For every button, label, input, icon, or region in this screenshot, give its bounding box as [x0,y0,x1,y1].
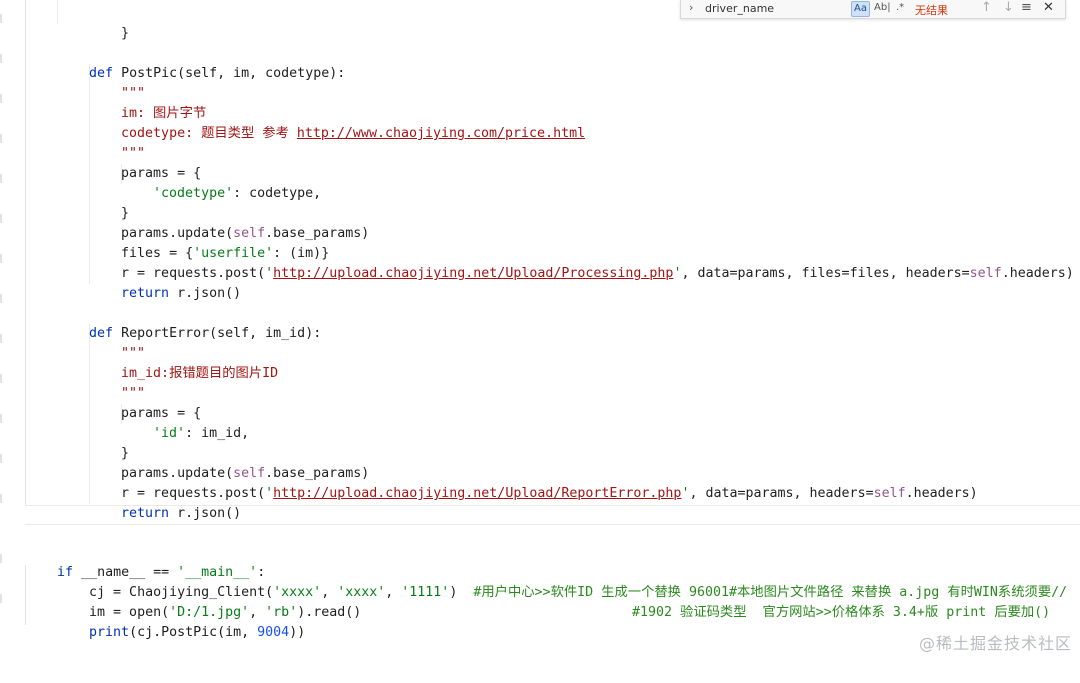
arrow-up-icon[interactable]: ↑ [981,0,992,15]
number-literal: 9004 [257,625,290,640]
regex-toggle[interactable]: .* [894,1,906,15]
gutter-marker [0,454,2,463]
code-text: : im_id, [185,426,250,441]
string-quote: ' [265,486,274,501]
code-text: r.json() [169,286,242,301]
builtin-print: print [89,625,130,640]
string-literal: 'id' [153,426,186,441]
string-quote: ' [265,266,274,281]
keyword: return [121,506,170,521]
code-line[interactable]: def ReportError(self, im_id): [57,304,321,341]
code-line[interactable]: """ [89,124,145,161]
code-line[interactable]: im: 图片字节 [89,84,206,121]
code-line[interactable]: params = { [89,144,201,181]
url-link[interactable]: http://www.chaojiying.com/price.html [297,126,585,141]
code-line[interactable]: } [57,4,129,41]
gutter-marker [0,54,2,63]
code-text: } [89,26,130,41]
gutter-marker [0,414,2,423]
whole-word-toggle[interactable]: Ab| [872,1,893,15]
code-line[interactable]: """ [89,324,145,361]
gutter-marker [0,334,2,343]
chevron-right-icon[interactable]: › [689,1,693,14]
comment: #1902 验证码类型 官方网站>>价格体系 3.4+版 print 后要加() [632,605,1051,620]
gutter-marker [0,494,2,503]
code-line[interactable]: """ [89,364,145,401]
arrow-down-icon[interactable]: ↓ [1003,0,1014,15]
gutter-marker [0,294,2,303]
code-line[interactable]: params = { [89,384,201,421]
url-link[interactable]: http://upload.chaojiying.net/Upload/Repo… [273,486,681,501]
code-line[interactable]: im = open('D:/1.jpg', 'rb').read() #本地图片… [57,583,1080,620]
match-case-toggle[interactable]: Aa [851,1,870,17]
gutter-marker [0,254,2,263]
code-text: PostPic(self, im, codetype): [113,66,346,81]
code-text: .headers) [905,486,978,501]
code-line[interactable]: r = requests.post('http://upload.chaojiy… [89,464,978,501]
code-text: r.json() [169,506,242,521]
code-line[interactable]: files = {'userfile': (im)} [89,224,329,261]
code-editor[interactable]: } def PostPic(self, im, codetype): """ i… [0,0,1080,658]
code-line[interactable]: return r.json() [89,484,241,521]
find-result-status: 无结果 [915,4,948,17]
gutter-marker [0,214,2,223]
code-line[interactable]: } [89,184,129,221]
code-text: .headers) [1001,266,1074,281]
find-input[interactable]: driver_name [705,2,774,15]
gutter-marker [0,374,2,383]
self-keyword: self [969,266,1002,281]
code-line[interactable]: cj = Chaojiying_Client('xxxx', 'xxxx', '… [57,563,729,600]
string-literal: 'codetype' [153,186,234,201]
code-line[interactable]: """ [89,64,145,101]
code-text: : codetype, [233,186,322,201]
code-text: , data=params, headers= [689,486,874,501]
code-line[interactable]: 'id': im_id, [121,404,249,441]
code-line[interactable]: im_id:报错题目的图片ID [89,344,278,381]
code-line[interactable]: params.update(self.base_params) [89,444,369,481]
code-line[interactable]: params.update(self.base_params) [89,204,369,241]
gutter-marker [0,94,2,103]
code-line[interactable]: return r.json() [89,264,241,301]
gutter-marker [0,14,2,23]
gutter-marker [0,554,2,563]
gutter-marker [0,134,2,143]
close-icon[interactable]: ✕ [1043,0,1054,15]
gutter-marker [0,174,2,183]
comment: #本地图片文件路径 来替换 a.jpg 有时WIN系统须要// [729,585,1068,600]
keyword: return [121,286,170,301]
code-text: )) [289,625,306,640]
url-link[interactable]: http://upload.chaojiying.net/Upload/Proc… [273,266,673,281]
code-line[interactable]: r = requests.post('http://upload.chaojiy… [89,244,1074,281]
code-line[interactable]: if __name__ == '__main__': [25,543,265,580]
code-line[interactable]: codetype: 题目类型 参考 http://www.chaojiying.… [89,104,585,141]
self-keyword: self [873,486,906,501]
gutter-marker [0,594,2,603]
docstring: codetype: 题目类型 参考 [121,126,297,141]
code-line[interactable]: 'codetype': codetype, [121,164,321,201]
class-fold-guide [25,0,26,505]
code-line[interactable]: print(cj.PostPic(im, 9004)) #1902 验证码类型 … [57,603,1080,640]
code-text: (cj.PostPic(im, [129,625,258,640]
find-in-selection-icon[interactable]: ≡ [1021,0,1032,15]
code-text: , data=params, files=files, headers= [681,266,970,281]
code-line[interactable]: def PostPic(self, im, codetype): [57,44,345,81]
find-widget: › driver_name Aa Ab| .* 无结果 ↑ ↓ ≡ ✕ [680,0,1066,19]
watermark: @稀土掘金技术社区 [918,634,1072,653]
code-line[interactable]: } [89,424,129,461]
